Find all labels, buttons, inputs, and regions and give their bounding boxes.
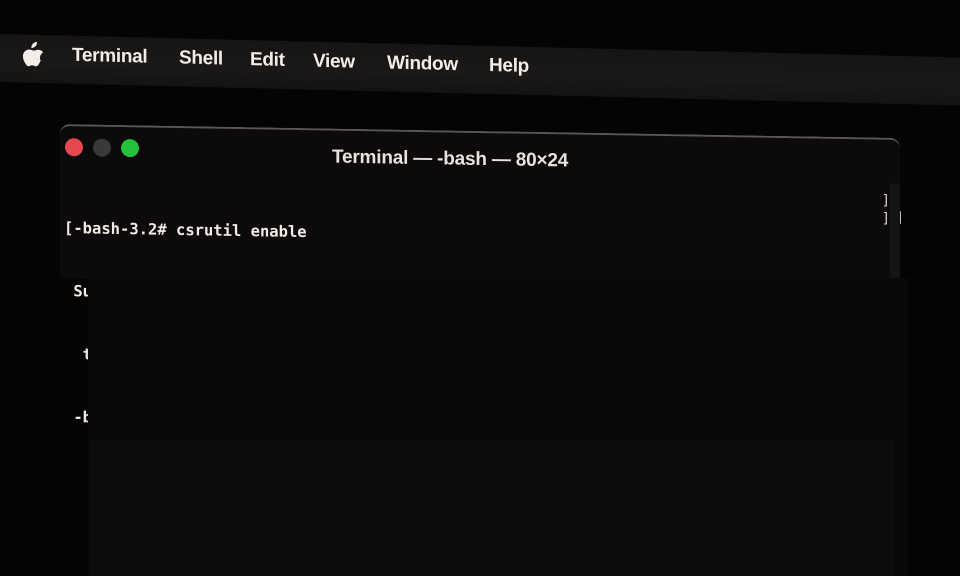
menu-edit[interactable]: Edit (250, 49, 285, 72)
terminal-window: Terminal — -bash — 80×24 [-bash-3.2# csr… (60, 124, 904, 429)
scrollbar[interactable] (890, 183, 900, 292)
zoom-button[interactable] (121, 139, 139, 158)
title-bar[interactable]: Terminal — -bash — 80×24 (60, 126, 900, 184)
menu-help[interactable]: Help (489, 55, 529, 78)
menu-view[interactable]: View (313, 51, 355, 74)
menu-bar: Terminal Shell Edit View Window Help (0, 34, 960, 106)
scroll-marks: ] ] (882, 192, 890, 228)
scroll-mark: ] (881, 192, 890, 209)
close-button[interactable] (65, 138, 83, 157)
window-title: Terminal — -bash — 80×24 (332, 146, 569, 172)
menu-shell[interactable]: Shell (179, 47, 223, 70)
background-panel (90, 440, 895, 576)
apple-icon[interactable] (22, 41, 44, 68)
menu-terminal[interactable]: Terminal (72, 45, 147, 69)
terminal-line: [-bash-3.2# csrutil enable (64, 219, 307, 242)
minimize-button[interactable] (93, 138, 111, 157)
scroll-mark: ] (881, 210, 890, 227)
menu-window[interactable]: Window (387, 52, 458, 76)
